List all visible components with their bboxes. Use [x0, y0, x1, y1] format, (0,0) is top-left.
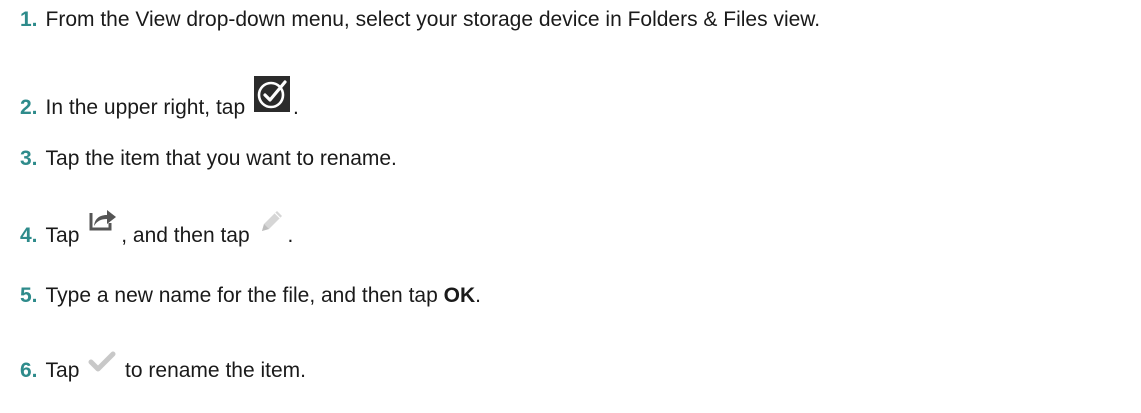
share-icon [88, 206, 118, 249]
pencil-icon [259, 208, 285, 249]
step-text: In the upper right, tap [45, 96, 251, 119]
checkmark-icon [88, 351, 116, 384]
step-text: Tap [45, 359, 86, 382]
step-4: 4. Tap , and then tap . [20, 206, 293, 249]
step-5: 5. Type a new name for the file, and the… [20, 283, 481, 309]
step-text: Tap [45, 224, 86, 247]
step-number: 5. [20, 284, 38, 307]
step-6: 6. Tap to rename the item. [20, 351, 306, 384]
step-number: 6. [20, 359, 38, 382]
step-number: 4. [20, 224, 38, 247]
step-3: 3. Tap the item that you want to rename. [20, 146, 397, 172]
step-text-mid: , and then tap [121, 224, 256, 247]
step-text: From the View drop-down menu, select you… [45, 8, 821, 31]
step-number: 2. [20, 96, 38, 119]
step-number: 3. [20, 147, 38, 170]
step-text-end: to rename the item. [119, 359, 306, 382]
step-text: Type a new name for the file, and then t… [45, 284, 444, 307]
step-text: Tap the item that you want to rename. [45, 147, 397, 170]
step-number: 1. [20, 8, 38, 31]
step-text-end: . [475, 284, 481, 307]
check-circle-icon [253, 76, 290, 121]
ok-label: OK [443, 284, 476, 307]
step-1: 1. From the View drop-down menu, select … [20, 7, 820, 33]
step-text-end: . [292, 96, 299, 119]
step-2: 2. In the upper right, tap . [20, 76, 299, 121]
step-text-end: . [287, 224, 294, 247]
